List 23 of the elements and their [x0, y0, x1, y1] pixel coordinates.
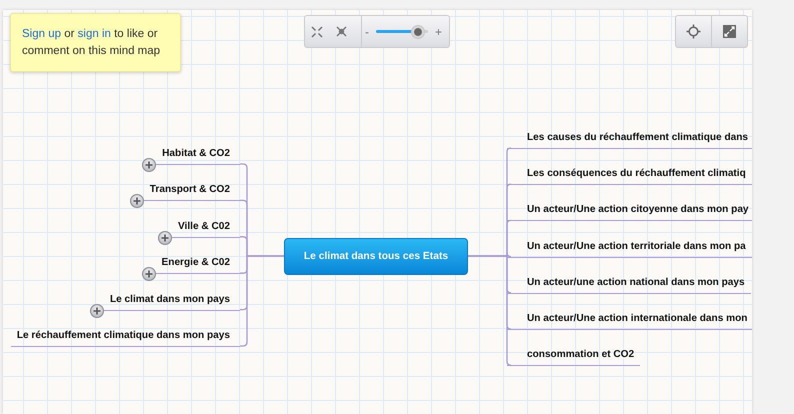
sign-up-link[interactable]: Sign up [22, 28, 62, 40]
topic-label[interactable]: Le climat dans mon pays [104, 292, 240, 310]
topic-label[interactable]: Un acteur/Une action citoyenne dans mon pay [507, 203, 752, 220]
expand-icon[interactable] [142, 158, 156, 172]
expand-icon[interactable] [158, 230, 172, 245]
expand-icon[interactable] [130, 194, 144, 208]
topic-label[interactable]: Un acteur/Une action territoriale dans mon pa [507, 240, 752, 257]
topic-label[interactable]: Le réchauffement climatique dans mon pays [10, 329, 240, 346]
zoom-out-button[interactable]: - [362, 24, 372, 38]
sign-in-prompt: Sign up or sign in to like or comment on this mind map [10, 13, 181, 72]
sign-in-link[interactable]: sign in [78, 28, 111, 40]
zoom-in-button[interactable]: + [432, 24, 446, 38]
expand-icon[interactable] [90, 304, 104, 318]
topic-label[interactable]: Les conséquences du réchauffement climatiq [507, 167, 752, 184]
topic-label[interactable]: Un acteur/Une action internationale dans mon [507, 312, 752, 329]
topic-label[interactable]: Ville & C02 [172, 220, 240, 237]
topic-label[interactable]: Les causes du réchauffement climatique dans [507, 131, 752, 148]
topic-label[interactable]: Energie & C02 [156, 256, 240, 274]
topic-label[interactable]: Transport & CO2 [144, 183, 240, 200]
topic-label[interactable]: consommation et CO2 [507, 348, 640, 366]
expand-icon[interactable] [142, 267, 156, 282]
topic-label[interactable]: Habitat & CO2 [156, 147, 240, 164]
topic-label[interactable]: Un acteur/une action national dans mon pays [507, 276, 751, 293]
